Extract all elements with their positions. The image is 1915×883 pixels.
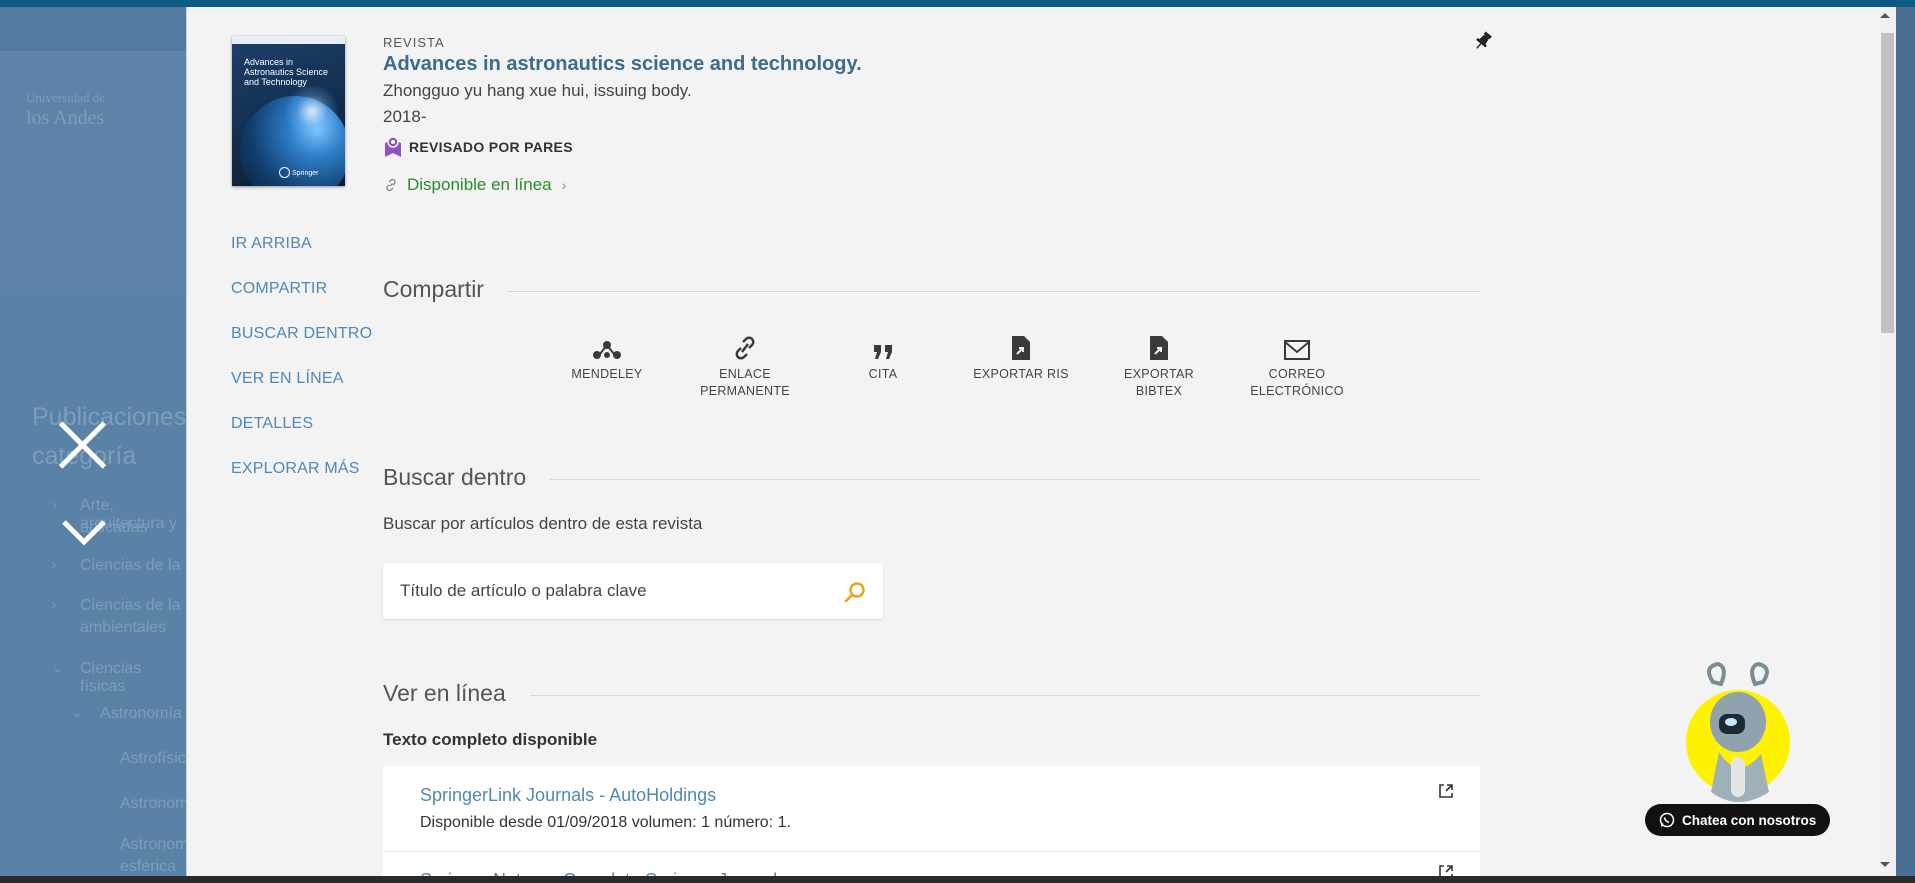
online-heading: Ver en línea (383, 680, 506, 706)
export-bibtex-icon (1150, 336, 1168, 360)
nav-view-online[interactable]: VER EN LÍNEA (231, 369, 372, 414)
search-within-heading: Buscar dentro (383, 464, 527, 490)
chevron-right-icon: › (561, 177, 567, 193)
nav-go-top[interactable]: IR ARRIBA (231, 234, 372, 279)
share-section-header: Compartir (383, 276, 1480, 303)
share-label: PERMANENTE (700, 384, 790, 398)
available-online-label: Disponible en línea (407, 175, 552, 194)
email-icon (1284, 340, 1310, 360)
available-online-link[interactable]: Disponible en línea › (383, 175, 566, 195)
pin-icon[interactable] (1472, 30, 1494, 52)
bg-category-item: Astrofísica (120, 750, 186, 767)
nav-share[interactable]: COMPARTIR (231, 279, 372, 324)
share-mendeley-button[interactable]: MENDELEY (538, 333, 676, 400)
share-label: MENDELEY (571, 367, 643, 381)
fulltext-source-detail: Disponible desde 01/09/2018 volumen: 1 n… (420, 814, 791, 831)
university-logo: Universidad de los Andes (26, 88, 105, 128)
bg-category-item: ⌄ Ciencias físicas (52, 660, 142, 695)
share-label: ELECTRÓNICO (1250, 384, 1344, 398)
share-label: CORREO (1268, 367, 1326, 381)
share-label: EXPORTAR (1123, 367, 1194, 381)
record-year: 2018- (383, 107, 427, 126)
logo-line-2: los Andes (26, 107, 105, 129)
share-permalink-button[interactable]: ENLACE PERMANENTE (676, 333, 814, 400)
bg-category-item: › Ciencias de la (52, 557, 181, 574)
logo-line-1: Universidad de (26, 90, 106, 105)
bg-category-item: Astronomía (120, 836, 186, 853)
background-header (0, 7, 186, 51)
chevron-down-icon: ⌄ (52, 660, 63, 675)
bottom-bar (0, 876, 1915, 883)
nav-explore-more[interactable]: EXPLORAR MÁS (231, 459, 372, 504)
cover-publisher: Springer (292, 170, 319, 177)
mendeley-icon (593, 341, 621, 359)
nav-details[interactable]: DETALLES (231, 414, 372, 459)
bg-category-item: ⌄ Astronomía (72, 705, 182, 722)
fulltext-source-item: SpringerLink Journals - AutoHoldings Dis… (383, 766, 1480, 852)
bg-category-item: esférica (120, 858, 177, 875)
share-email-button[interactable]: CORREO ELECTRÓNICO (1228, 333, 1366, 400)
search-within-description: Buscar por artículos dentro de esta revi… (383, 514, 703, 533)
share-label: BIBTEX (1135, 384, 1183, 398)
peer-reviewed-badge: REVISADO POR PARES (383, 135, 573, 159)
peer-reviewed-label: REVISADO POR PARES (409, 139, 573, 155)
chatbot-avatar-icon[interactable] (1683, 662, 1793, 812)
record-author: Zhongguo yu hang xue hui, issuing body. (383, 81, 692, 100)
scrollbar-thumb[interactable] (1881, 33, 1894, 333)
share-actions: MENDELEY ENLACE PERMANENTE CITA EXPORTAR … (538, 333, 1366, 400)
journal-cover-image: Advances in Astronautics Science and Tec… (232, 36, 345, 186)
divider (507, 291, 1480, 292)
chevron-right-icon: › (52, 497, 57, 512)
chevron-right-icon: › (52, 597, 57, 612)
bg-category-item: › Ciencias de la (52, 597, 181, 614)
export-ris-icon (1012, 336, 1030, 360)
link-icon (735, 336, 755, 360)
search-icon[interactable] (843, 580, 867, 604)
share-label: ENLACE (719, 367, 771, 381)
chevron-down-icon: ⌄ (72, 705, 83, 720)
record-title: Advances in astronautics science and tec… (383, 53, 862, 75)
nav-search-within[interactable]: BUSCAR DENTRO (231, 324, 372, 369)
share-label: EXPORTAR RIS (973, 367, 1069, 381)
bg-category-item: Astronomía (120, 795, 186, 812)
background-right (1896, 7, 1915, 878)
share-export-bibtex-button[interactable]: EXPORTAR BIBTEX (1090, 333, 1228, 400)
quote-icon (874, 345, 892, 359)
chevron-right-icon: › (52, 557, 57, 572)
panel-edge (186, 7, 187, 878)
close-overlay-icon[interactable] (52, 414, 112, 474)
whatsapp-icon (1659, 812, 1675, 828)
share-label: CITA (868, 367, 898, 381)
scroll-down-arrow-icon[interactable] (1880, 862, 1890, 867)
link-icon (386, 178, 396, 192)
external-link-icon[interactable] (1438, 783, 1454, 799)
top-accent-bar (0, 0, 1915, 7)
online-section-header: Ver en línea (383, 680, 1480, 707)
search-within-section-header: Buscar dentro (383, 464, 1480, 491)
section-nav: IR ARRIBA COMPARTIR BUSCAR DENTRO VER EN… (231, 234, 372, 504)
search-within-input[interactable] (400, 563, 830, 619)
divider (550, 479, 1480, 480)
share-cite-button[interactable]: CITA (814, 333, 952, 400)
chat-button-label: Chatea con nosotros (1682, 812, 1817, 828)
cover-title: Advances in Astronautics Science and Tec… (244, 57, 329, 87)
chat-button[interactable]: Chatea con nosotros (1645, 804, 1830, 836)
fulltext-source-link[interactable]: SpringerLink Journals - AutoHoldings (420, 785, 716, 806)
scroll-up-arrow-icon[interactable] (1880, 13, 1890, 18)
chevron-down-icon[interactable] (62, 518, 106, 548)
peer-reviewed-icon (385, 136, 401, 157)
bg-category-item: ambientales (80, 619, 167, 636)
record-type: REVISTA (383, 35, 445, 50)
share-heading: Compartir (383, 276, 484, 302)
divider (529, 695, 1480, 696)
search-within-box (383, 563, 883, 619)
share-export-ris-button[interactable]: EXPORTAR RIS (952, 333, 1090, 400)
fulltext-available-label: Texto completo disponible (383, 730, 598, 749)
